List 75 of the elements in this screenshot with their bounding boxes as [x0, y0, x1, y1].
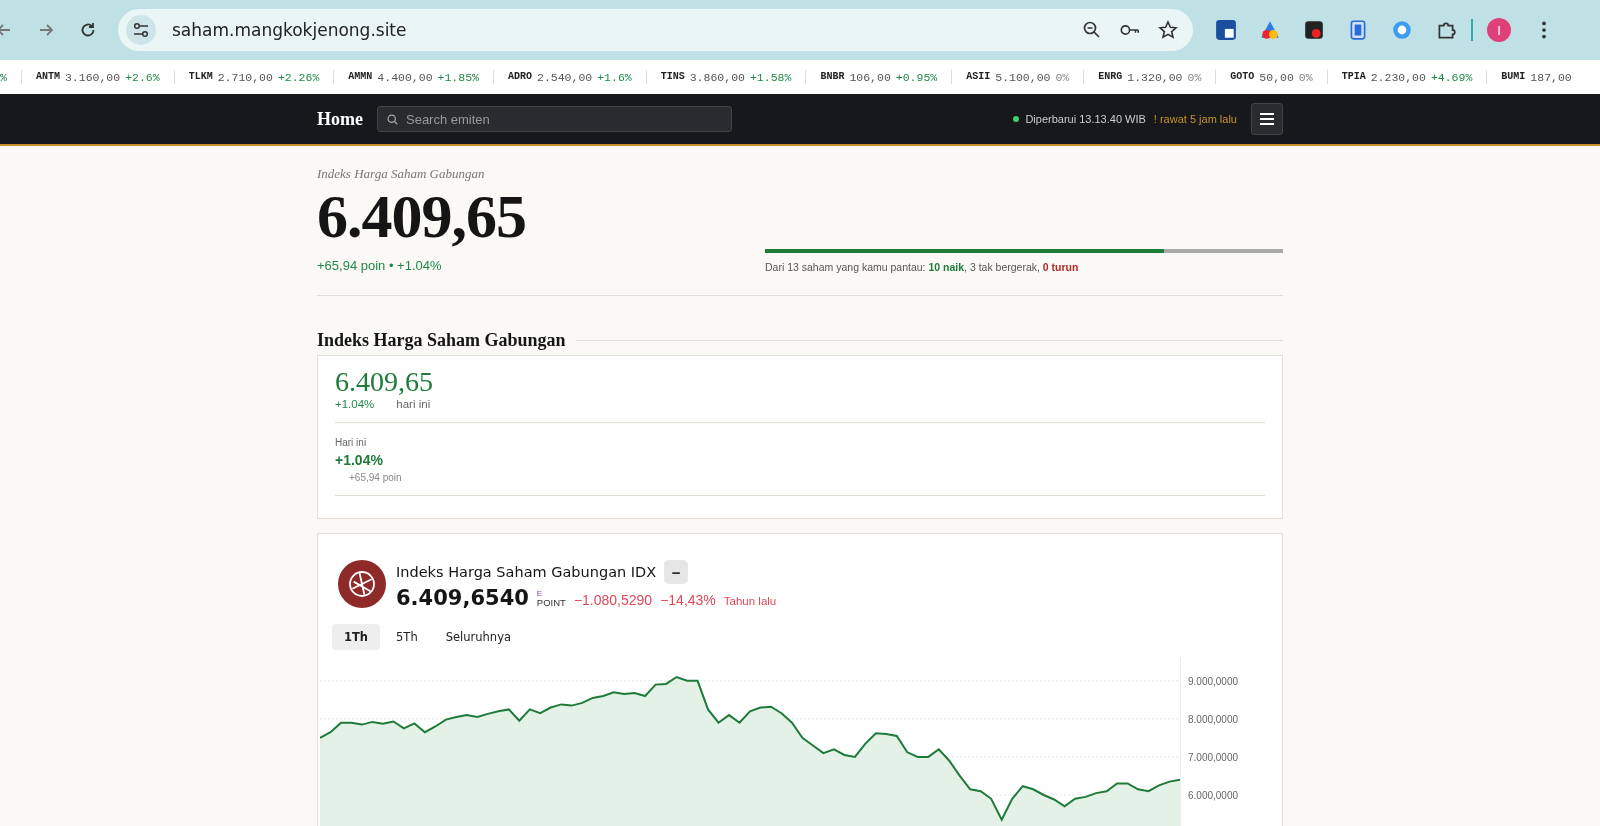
range-tab[interactable]: Seluruhnya	[433, 624, 523, 651]
ticker-symbol: TLKM	[188, 70, 213, 84]
ticker-price: 3.860,00	[689, 70, 745, 84]
index-value: 6.409,65	[335, 366, 434, 399]
price-change: −1.080,5290	[573, 592, 653, 609]
ticker-price: 1.320,00	[1127, 70, 1183, 84]
ticker-price: 4.400,00	[377, 70, 433, 84]
menu-button[interactable]	[1251, 103, 1283, 135]
status-dot	[1013, 116, 1020, 122]
url-text: saham.mangkokjenong.site	[172, 20, 407, 40]
ticker-change: +0.95%	[895, 70, 938, 84]
widget-title: Indeks Harga Saham Gabungan IDX	[396, 564, 657, 581]
stale-note: ! rawat 5 jam lalu	[1153, 113, 1237, 125]
axis-label: 9.000,0000	[1188, 676, 1239, 687]
axis-label: 8.000,0000	[1188, 714, 1239, 726]
period-label: Tahun lalu	[723, 595, 777, 608]
ticker-price: 106,00	[849, 70, 891, 84]
home-link[interactable]: Home	[317, 108, 363, 130]
extension-icon[interactable]	[1303, 19, 1325, 41]
ticker-price: 187,00	[1530, 70, 1572, 84]
percent-change: +1.04%	[335, 398, 375, 411]
ticker-symbol: TPIA	[1341, 70, 1366, 84]
profile-avatar[interactable]: I	[1487, 18, 1511, 42]
collapse-button[interactable]: −	[664, 560, 689, 585]
ticker-change: +1.6%	[597, 70, 632, 84]
ticker-symbol: BUMI	[1501, 70, 1526, 84]
address-bar[interactable]: saham.mangkokjenong.site	[118, 9, 1193, 51]
axis-label: 7.000,0000	[1188, 752, 1239, 764]
ticker-symbol: ANTM	[35, 70, 60, 84]
ticker-symbol: ASII	[966, 70, 991, 84]
ticker-change: %	[0, 70, 7, 84]
ticker-change: +4.69%	[1430, 70, 1473, 84]
ticker-price: 2.710,00	[217, 70, 273, 84]
ticker-price: 2.540,00	[537, 70, 593, 84]
ticker-change: 0%	[1298, 70, 1313, 84]
today-points: +65,94 poin	[349, 472, 403, 484]
search-icon	[386, 113, 399, 126]
range-tab[interactable]: 5Th	[384, 624, 430, 651]
index-change: +65,94 poin • +1.04%	[317, 258, 443, 274]
range-tab[interactable]: 1Th	[332, 624, 381, 651]
ticker-change: +2.6%	[125, 70, 160, 84]
exchange-mark: E	[536, 589, 544, 598]
search-field[interactable]: Search emiten	[377, 106, 732, 132]
logo-icon	[338, 560, 386, 609]
ticker-price: 5.100,00	[995, 70, 1051, 84]
unit-label: POINT	[536, 597, 566, 608]
ticker-symbol: ADRO	[507, 70, 532, 84]
updated-time: Diperbarui 13.13.40 WIB	[1025, 113, 1146, 125]
ticker-price: 50,00	[1259, 70, 1294, 84]
ticker-symbol: GOTO	[1230, 70, 1255, 84]
extension-icon[interactable]	[1215, 19, 1237, 41]
menu-icon	[1259, 112, 1275, 126]
ticker-price: 3.160,00	[64, 70, 121, 84]
ticker-change: 0%	[1187, 70, 1202, 84]
section-title: Indeks Harga Saham Gabungan	[317, 330, 566, 352]
ticker-symbol: BNBR	[820, 70, 845, 84]
star-icon[interactable]	[1157, 20, 1179, 40]
ticker-change: +1.58%	[749, 70, 792, 84]
ticker-change: 0%	[1055, 70, 1070, 84]
index-value: 6.409,65	[317, 182, 526, 251]
ticker-symbol: ENRG	[1098, 70, 1123, 84]
ticker-symbol: AMMN	[348, 70, 373, 84]
ticker-symbol: TINS	[660, 70, 685, 84]
ticker-change: +1.85%	[437, 70, 479, 84]
period-label: hari ini	[396, 398, 431, 411]
site-settings-icon[interactable]	[126, 15, 156, 45]
ticker-price: 2.230,00	[1370, 70, 1426, 84]
axis-label: 6.000,0000	[1188, 790, 1239, 802]
breadth-summary: Dari 13 saham yang kamu pantau: 10 naik, 3 tak bergerak, 0 turun	[765, 261, 1080, 274]
ticker-change: +2.26%	[277, 70, 320, 84]
today-change: +1.04%	[335, 452, 384, 469]
percent-change: −14,43%	[660, 592, 716, 609]
today-label: Hari ini	[335, 437, 368, 449]
index-label: Indeks Harga Saham Gabungan	[317, 166, 486, 182]
price-value: 6.409,6540	[396, 586, 529, 611]
